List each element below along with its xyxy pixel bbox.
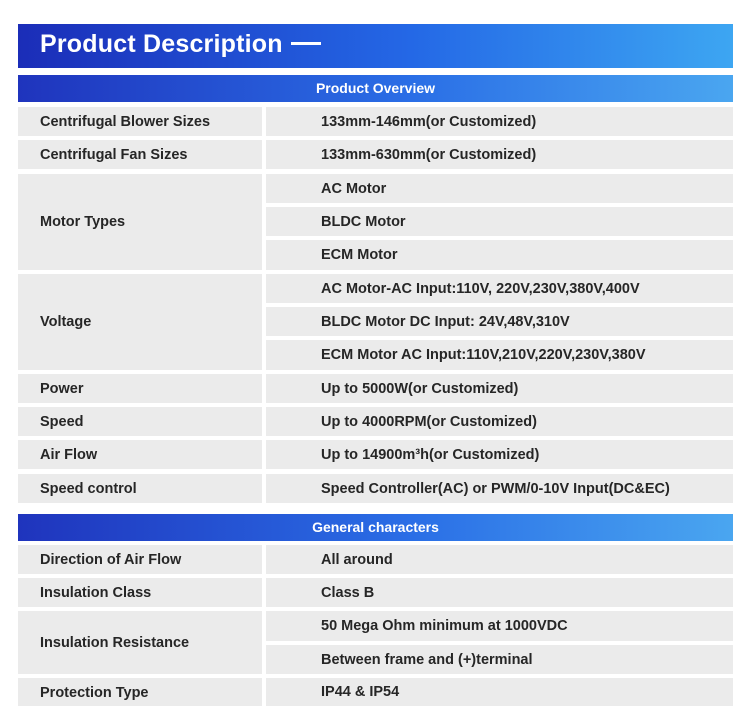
spec-label-insulation-resistance: Insulation Resistance: [18, 611, 262, 674]
spec-value-air-flow: Up to 14900m³h(or Customized): [266, 440, 733, 469]
spec-value-fan-sizes: 133mm-630mm(or Customized): [266, 140, 733, 169]
spec-value-insulation-resistance: 50 Mega Ohm minimum at 1000VDC: [266, 611, 733, 641]
header-banner: Product Description: [18, 24, 733, 68]
spec-value-speed: Up to 4000RPM(or Customized): [266, 407, 733, 436]
spec-label-speed: Speed: [18, 407, 262, 436]
spec-value-motor-ac: AC Motor: [266, 174, 733, 203]
spec-value-insulation-class: Class B: [266, 578, 733, 607]
spec-value-air-flow-direction: All around: [266, 545, 733, 574]
section-header-general: General characters: [18, 514, 733, 541]
section-header-overview: Product Overview: [18, 75, 733, 102]
spec-value-protection-type: IP44 & IP54: [266, 678, 733, 706]
page-title: Product Description: [40, 30, 321, 59]
spec-value-voltage-bldc: BLDC Motor DC Input: 24V,48V,310V: [266, 307, 733, 336]
title-dash-decoration: [290, 41, 321, 45]
spec-value-power: Up to 5000W(or Customized): [266, 374, 733, 403]
spec-label-blower-sizes: Centrifugal Blower Sizes: [18, 107, 262, 136]
spec-label-protection-type: Protection Type: [18, 678, 262, 706]
spec-value-insulation-terminal: Between frame and (+)terminal: [266, 645, 733, 674]
spec-value-speed-control: Speed Controller(AC) or PWM/0-10V Input(…: [266, 474, 733, 503]
spec-label-voltage: Voltage: [18, 274, 262, 370]
spec-value-blower-sizes: 133mm-146mm(or Customized): [266, 107, 733, 136]
spec-label-insulation-class: Insulation Class: [18, 578, 262, 607]
spec-label-power: Power: [18, 374, 262, 403]
spec-value-voltage-ecm: ECM Motor AC Input:110V,210V,220V,230V,3…: [266, 340, 733, 370]
spec-label-motor-types: Motor Types: [18, 174, 262, 270]
spec-label-speed-control: Speed control: [18, 474, 262, 503]
spec-label-fan-sizes: Centrifugal Fan Sizes: [18, 140, 262, 169]
spec-value-motor-bldc: BLDC Motor: [266, 207, 733, 236]
spec-label-air-flow-direction: Direction of Air Flow: [18, 545, 262, 574]
spec-value-voltage-ac: AC Motor-AC Input:110V, 220V,230V,380V,4…: [266, 274, 733, 303]
spec-value-motor-ecm: ECM Motor: [266, 240, 733, 270]
spec-label-air-flow: Air Flow: [18, 440, 262, 469]
